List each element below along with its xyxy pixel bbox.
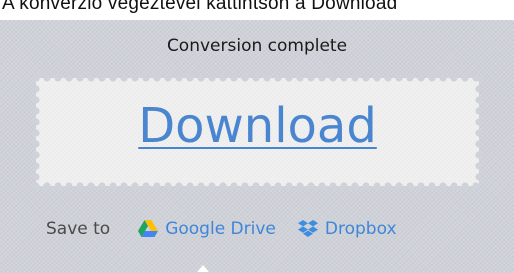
- google-drive-icon: [138, 220, 159, 237]
- clipped-instruction-text-strip: A konverzió végeztével kattintson a Down…: [0, 0, 514, 20]
- pointer-caret: [197, 265, 209, 272]
- conversion-panel: Conversion complete Download Save to Goo…: [0, 20, 514, 273]
- google-drive-button[interactable]: Google Drive: [138, 219, 276, 239]
- save-to-row: Save to Google Drive Dropbox: [46, 217, 419, 241]
- save-to-label: Save to: [46, 219, 111, 239]
- clipped-instruction-text: A konverzió végeztével kattintson a Down…: [2, 0, 398, 14]
- dropbox-button[interactable]: Dropbox: [297, 219, 397, 239]
- dropbox-icon: [297, 220, 318, 237]
- google-drive-label: Google Drive: [165, 219, 276, 239]
- conversion-status: Conversion complete: [166, 36, 348, 56]
- dropbox-label: Dropbox: [324, 219, 397, 239]
- download-link[interactable]: Download: [36, 98, 479, 154]
